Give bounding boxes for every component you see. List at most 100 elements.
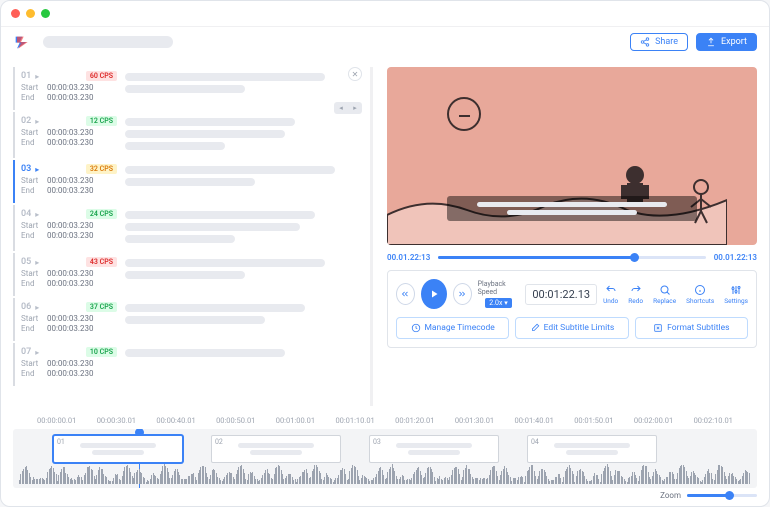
subtitle-list[interactable]: 01▸60 CPSStart00:00:03.230End00:00:03.23… — [13, 67, 373, 406]
subtitle-text[interactable] — [125, 71, 362, 102]
format-subtitles-button[interactable]: Format Subtitles — [635, 317, 748, 339]
next-button[interactable]: ▸ — [348, 102, 362, 114]
subtitle-number: 05 — [21, 257, 31, 267]
start-tc[interactable]: 00:00:03.230 — [47, 176, 93, 185]
subtitle-number: 03 — [21, 164, 31, 174]
timeline-clip[interactable]: 03 — [369, 435, 499, 463]
traffic-lights — [11, 9, 50, 18]
start-tc[interactable]: 00:00:03.230 — [47, 269, 93, 278]
illustration-sun — [447, 97, 481, 131]
start-tc[interactable]: 00:00:03.230 — [47, 221, 93, 230]
share-button[interactable]: Share — [630, 33, 688, 51]
close-icon[interactable]: ✕ — [348, 67, 362, 81]
video-preview[interactable] — [387, 67, 757, 245]
end-label: End — [21, 369, 43, 378]
end-label: End — [21, 279, 43, 288]
end-tc[interactable]: 00:00:03.230 — [47, 186, 93, 195]
subtitle-number: 04 — [21, 209, 31, 219]
start-tc[interactable]: 00:00:03.230 — [47, 83, 93, 92]
ruler-tick: 00:00:50.01 — [216, 416, 255, 425]
start-tc[interactable]: 00:00:03.230 — [47, 314, 93, 323]
end-tc[interactable]: 00:00:03.230 — [47, 369, 93, 378]
skip-back-icon — [400, 289, 410, 299]
scrub-left-tc: 00.01.22:13 — [387, 253, 430, 262]
play-icon[interactable]: ▸ — [35, 210, 39, 219]
close-dot[interactable] — [11, 9, 20, 18]
player-panel: 00.01.22:13 00.01.22:13 Playback Speed 2… — [387, 67, 757, 406]
subtitle-item[interactable]: 06▸37 CPSStart00:00:03.230End00:00:03.23… — [13, 298, 362, 341]
start-tc[interactable]: 00:00:03.230 — [47, 359, 93, 368]
timeline-ruler: 00:00:00.0100:00:30.0100:00:40.0100:00:5… — [13, 414, 757, 429]
export-label: Export — [721, 37, 747, 47]
share-icon — [640, 37, 650, 47]
subtitle-panel: 01▸60 CPSStart00:00:03.230End00:00:03.23… — [13, 67, 373, 406]
skip-back-button[interactable] — [396, 283, 415, 305]
edit-limits-button[interactable]: Edit Subtitle Limits — [515, 317, 628, 339]
shortcuts-button[interactable]: Shortcuts — [686, 284, 714, 305]
subtitle-text[interactable] — [125, 257, 362, 288]
play-icon[interactable]: ▸ — [35, 117, 39, 126]
end-tc[interactable]: 00:00:03.230 — [47, 324, 93, 333]
subtitle-number: 02 — [21, 116, 31, 126]
undo-button[interactable]: Undo — [603, 284, 618, 305]
subtitle-item[interactable]: 04▸24 CPSStart00:00:03.230End00:00:03.23… — [13, 205, 362, 251]
timeline-clip[interactable]: 04 — [527, 435, 657, 463]
titlebar — [1, 1, 769, 27]
subtitle-item[interactable]: 03▸32 CPSStart00:00:03.230End00:00:03.23… — [13, 160, 362, 203]
end-tc[interactable]: 00:00:03.230 — [47, 93, 93, 102]
playback-speed-value[interactable]: 2.0x ▾ — [485, 298, 511, 308]
start-label: Start — [21, 176, 43, 185]
redo-button[interactable]: Redo — [628, 284, 643, 305]
ruler-tick: 00:01:40.01 — [515, 416, 554, 425]
subtitle-text[interactable] — [125, 116, 362, 150]
settings-button[interactable]: Settings — [724, 284, 748, 305]
end-tc[interactable]: 00:00:03.230 — [47, 231, 93, 240]
start-tc[interactable]: 00:00:03.230 — [47, 128, 93, 137]
scrub-row: 00.01.22:13 00.01.22:13 — [387, 253, 757, 262]
manage-timecode-button[interactable]: Manage Timecode — [396, 317, 509, 339]
subtitle-text[interactable] — [125, 164, 362, 195]
play-icon[interactable]: ▸ — [35, 348, 39, 357]
subtitle-text[interactable] — [125, 209, 362, 243]
controls-panel: Playback Speed 2.0x ▾ 00:01:22.13 Undo R… — [387, 270, 757, 348]
minimize-dot[interactable] — [26, 9, 35, 18]
topbar: Share Export — [1, 27, 769, 57]
subtitle-item[interactable]: 05▸43 CPSStart00:00:03.230End00:00:03.23… — [13, 253, 362, 296]
cps-badge: 37 CPS — [86, 302, 117, 312]
ruler-tick: 00:02:00.01 — [634, 416, 673, 425]
subtitle-item[interactable]: 02▸12 CPSStart00:00:03.230End00:00:03.23… — [13, 112, 362, 158]
replace-button[interactable]: Replace — [653, 284, 676, 305]
play-icon[interactable]: ▸ — [35, 72, 39, 81]
playback-speed[interactable]: Playback Speed 2.0x ▾ — [478, 280, 520, 308]
subtitle-text[interactable] — [125, 302, 362, 333]
timeline-clip[interactable]: 01 — [53, 435, 183, 463]
cps-badge: 12 CPS — [86, 116, 117, 126]
ruler-tick: 00:01:10.01 — [335, 416, 374, 425]
undo-icon — [605, 284, 617, 296]
clock-icon — [411, 323, 421, 333]
scrub-bar[interactable] — [438, 256, 705, 259]
maximize-dot[interactable] — [41, 9, 50, 18]
play-icon[interactable]: ▸ — [35, 258, 39, 267]
info-icon — [694, 284, 706, 296]
zoom-slider[interactable] — [687, 494, 757, 497]
format-icon — [653, 323, 663, 333]
timeline-clip[interactable]: 02 — [211, 435, 341, 463]
subtitle-item[interactable]: 07▸10 CPSStart00:00:03.230End00:00:03.23… — [13, 343, 362, 386]
play-icon[interactable]: ▸ — [35, 303, 39, 312]
timeline-body[interactable]: 01 02 03 04 — [13, 429, 757, 488]
current-timecode[interactable]: 00:01:22.13 — [525, 284, 597, 305]
playback-speed-label: Playback Speed — [478, 280, 520, 296]
subtitle-item[interactable]: 01▸60 CPSStart00:00:03.230End00:00:03.23… — [13, 67, 362, 110]
export-button[interactable]: Export — [696, 33, 757, 51]
end-tc[interactable]: 00:00:03.230 — [47, 279, 93, 288]
ruler-tick: 00:00:30.01 — [97, 416, 136, 425]
end-label: End — [21, 324, 43, 333]
subtitle-text[interactable] — [125, 347, 362, 378]
skip-forward-button[interactable] — [453, 283, 472, 305]
end-tc[interactable]: 00:00:03.230 — [47, 138, 93, 147]
play-icon[interactable]: ▸ — [35, 165, 39, 174]
end-label: End — [21, 138, 43, 147]
prev-button[interactable]: ◂ — [334, 102, 348, 114]
play-button[interactable] — [421, 279, 447, 309]
